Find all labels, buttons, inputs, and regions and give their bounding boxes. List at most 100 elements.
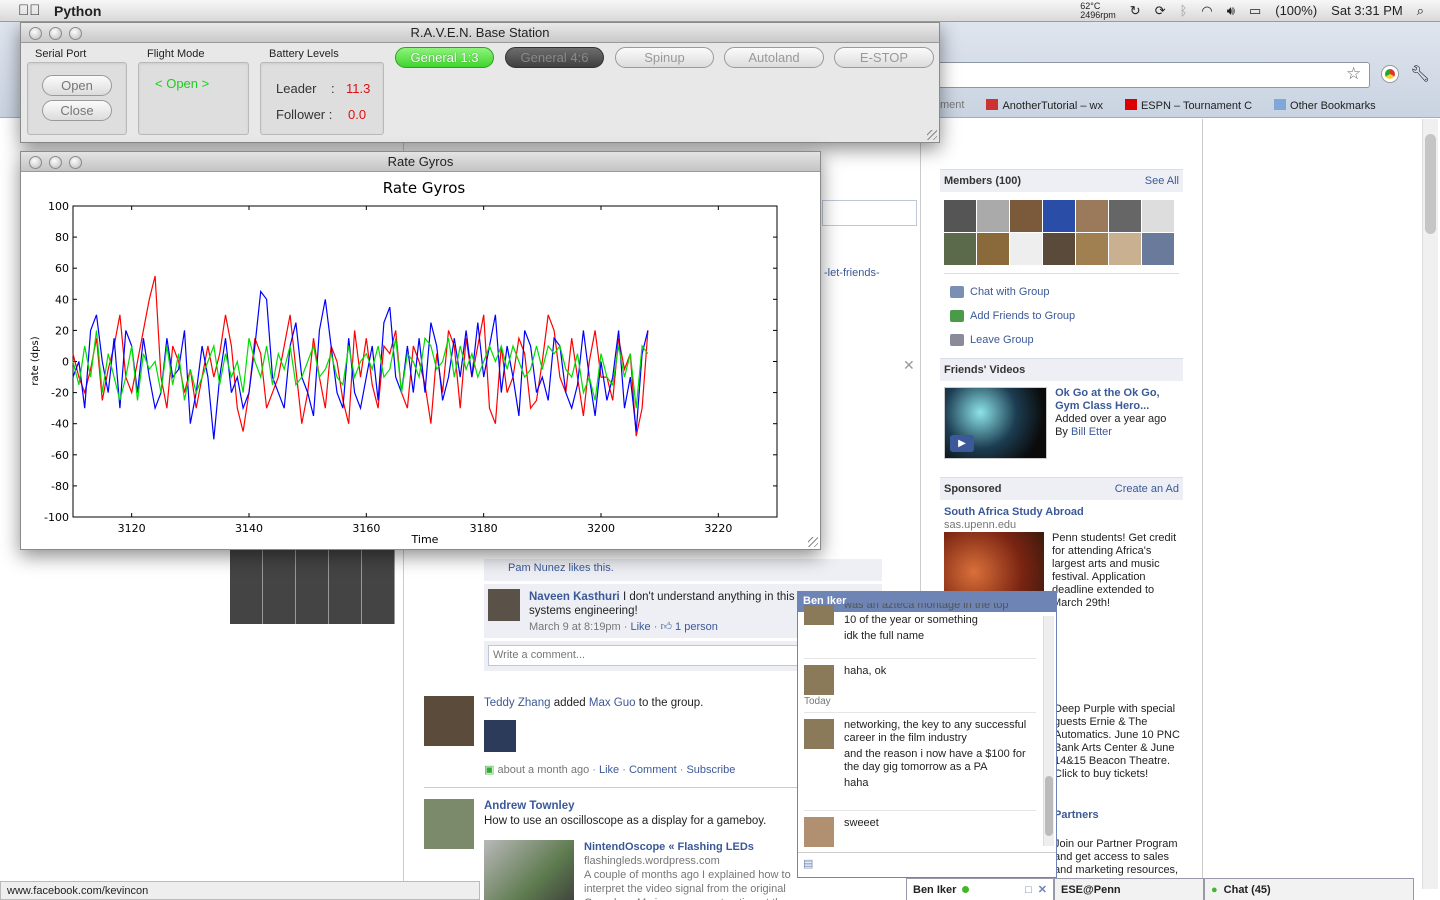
add-friends-link[interactable]: Add Friends to Group bbox=[948, 304, 1175, 328]
general-4-6-button[interactable]: General 4:6 bbox=[505, 47, 604, 68]
bookmark-star-icon[interactable]: ☆ bbox=[1346, 64, 1361, 84]
member-avatar[interactable] bbox=[1142, 233, 1174, 265]
spotlight-search-icon[interactable]: ⌕ bbox=[1417, 3, 1424, 19]
likes-text[interactable]: Pam Nunez likes this. bbox=[508, 562, 614, 574]
bookmark-item[interactable]: AnotherTutorial – wx bbox=[986, 98, 1103, 112]
scrollbar-thumb[interactable] bbox=[1425, 134, 1436, 234]
bookmark-item[interactable]: ESPN – Tournament C bbox=[1124, 98, 1252, 112]
chat-tab-ben-iker[interactable]: Ben Iker □ ✕ bbox=[906, 878, 1054, 900]
see-all-link[interactable]: See All bbox=[1145, 175, 1179, 187]
minimize-window-button[interactable] bbox=[49, 156, 62, 169]
link-title[interactable]: NintendOscope « Flashing LEDs bbox=[584, 840, 809, 854]
sync-icon[interactable]: ⟳ bbox=[1155, 3, 1166, 19]
member-avatar[interactable] bbox=[944, 233, 976, 265]
status-bar: www.facebook.com/kevincon bbox=[0, 881, 480, 900]
composer-input[interactable] bbox=[822, 200, 917, 226]
member-avatar[interactable] bbox=[1076, 200, 1108, 232]
member-avatar[interactable] bbox=[977, 200, 1009, 232]
minimize-window-button[interactable] bbox=[49, 27, 62, 40]
resize-grip[interactable] bbox=[927, 130, 937, 140]
post-avatar[interactable] bbox=[424, 696, 474, 746]
added-member-photo[interactable] bbox=[484, 720, 516, 752]
play-icon[interactable]: ▶ bbox=[950, 435, 974, 452]
create-ad-link[interactable]: Create an Ad bbox=[1115, 483, 1179, 495]
comment-like-link[interactable]: Like bbox=[631, 621, 651, 633]
chat-text: networking, the key to any successful ca… bbox=[844, 719, 1027, 744]
time-machine-icon[interactable]: ↻ bbox=[1130, 3, 1141, 19]
flight-mode-value[interactable]: < Open > bbox=[155, 76, 209, 91]
temperature-monitor[interactable]: 62°C 2496rpm bbox=[1080, 1, 1116, 20]
ad-item[interactable]: Deep Purple with special guests Ernie & … bbox=[1054, 703, 1180, 781]
shared-link[interactable]: -let-friends- bbox=[824, 267, 880, 279]
popout-icon[interactable]: □ bbox=[1025, 884, 1032, 896]
post-avatar[interactable] bbox=[424, 799, 474, 849]
app-menu-name[interactable]: Python bbox=[54, 3, 101, 19]
chat-input[interactable]: ▤ bbox=[798, 852, 1056, 878]
window-titlebar[interactable]: Rate Gyros bbox=[21, 152, 820, 172]
member-avatar[interactable] bbox=[1043, 200, 1075, 232]
clock[interactable]: Sat 3:31 PM bbox=[1331, 3, 1403, 18]
spinup-button[interactable]: Spinup bbox=[615, 47, 714, 68]
member-avatar[interactable] bbox=[1109, 200, 1141, 232]
bookmark-folder[interactable]: Other Bookmarks bbox=[1274, 98, 1376, 112]
comment-link[interactable]: Comment bbox=[629, 764, 677, 776]
battery-icon[interactable]: ▭ bbox=[1249, 3, 1261, 19]
chat-tab-ese-penn[interactable]: ESE@Penn bbox=[1054, 878, 1204, 900]
y-tick-label: 20 bbox=[55, 324, 69, 337]
estop-button[interactable]: E-STOP bbox=[834, 47, 934, 68]
emoticon-icon[interactable]: ▤ bbox=[803, 857, 813, 870]
window-titlebar[interactable]: R.A.V.E.N. Base Station bbox=[21, 23, 939, 43]
resize-grip[interactable] bbox=[808, 537, 818, 547]
close-window-button[interactable] bbox=[29, 156, 42, 169]
close-port-button[interactable]: Close bbox=[42, 100, 112, 121]
member-avatar[interactable] bbox=[1010, 233, 1042, 265]
comment-author[interactable]: Naveen Kasthuri bbox=[529, 591, 620, 603]
member-avatar[interactable] bbox=[1043, 233, 1075, 265]
member-avatar[interactable] bbox=[1142, 200, 1174, 232]
video-thumbnail[interactable]: ▶ bbox=[944, 387, 1048, 459]
bluetooth-icon[interactable]: ᛒ bbox=[1180, 3, 1188, 18]
comment-likes-count[interactable]: 1 person bbox=[675, 621, 718, 633]
video-author[interactable]: Bill Etter bbox=[1071, 426, 1112, 438]
close-window-button[interactable] bbox=[29, 27, 42, 40]
chat-with-group-link[interactable]: Chat with Group bbox=[948, 280, 1175, 304]
volume-icon[interactable]: 🔊︎ bbox=[1227, 3, 1235, 19]
zoom-window-button[interactable] bbox=[69, 156, 82, 169]
dismiss-icon[interactable]: ✕ bbox=[903, 357, 915, 374]
like-link[interactable]: Like bbox=[599, 764, 619, 776]
page-scrollbar[interactable] bbox=[1422, 119, 1438, 889]
post-target[interactable]: Max Guo bbox=[589, 697, 636, 709]
wifi-icon[interactable]: ◠ bbox=[1201, 3, 1212, 19]
address-bar[interactable] bbox=[900, 62, 1370, 88]
post-author[interactable]: Andrew Townley bbox=[484, 799, 804, 814]
member-avatar[interactable] bbox=[1010, 200, 1042, 232]
battery-percent[interactable]: (100%) bbox=[1275, 3, 1317, 18]
link-thumbnail[interactable] bbox=[484, 840, 574, 900]
open-port-button[interactable]: Open bbox=[42, 75, 112, 96]
wrench-icon[interactable]: 🔧︎ bbox=[1410, 64, 1430, 84]
ad-title[interactable]: Partners bbox=[1054, 809, 1180, 822]
video-by: By bbox=[1055, 426, 1068, 438]
subscribe-link[interactable]: Subscribe bbox=[686, 764, 735, 776]
post-author[interactable]: Teddy Zhang bbox=[484, 697, 551, 709]
member-avatar[interactable] bbox=[1076, 233, 1108, 265]
commenter-avatar[interactable] bbox=[488, 589, 520, 621]
apple-menu-icon[interactable]:  bbox=[18, 2, 41, 19]
leave-group-link[interactable]: Leave Group bbox=[948, 328, 1175, 352]
autoland-button[interactable]: Autoland bbox=[724, 47, 824, 68]
chat-buddy-list-tab[interactable]: ● Chat (45) bbox=[1204, 878, 1414, 900]
general-1-3-button[interactable]: General 1:3 bbox=[395, 47, 494, 68]
member-avatar[interactable] bbox=[1109, 233, 1141, 265]
chrome-extension-icon[interactable] bbox=[1382, 66, 1398, 82]
close-chat-icon[interactable]: ✕ bbox=[1038, 883, 1047, 896]
zoom-window-button[interactable] bbox=[69, 27, 82, 40]
thumbs-up-icon: 👍︎ bbox=[660, 621, 672, 633]
chat-scrollbar[interactable] bbox=[1043, 616, 1054, 846]
ad-title[interactable]: South Africa Study Abroad bbox=[944, 506, 1179, 519]
chat-scroll-thumb[interactable] bbox=[1045, 776, 1053, 836]
member-avatar[interactable] bbox=[977, 233, 1009, 265]
ad-item[interactable]: Partners Join our Partner Program and ge… bbox=[1054, 809, 1180, 878]
member-avatar[interactable] bbox=[944, 200, 976, 232]
bookmark-item[interactable]: ment bbox=[940, 99, 964, 111]
video-title[interactable]: Ok Go at the Ok Go, Gym Class Hero... bbox=[1055, 387, 1179, 413]
